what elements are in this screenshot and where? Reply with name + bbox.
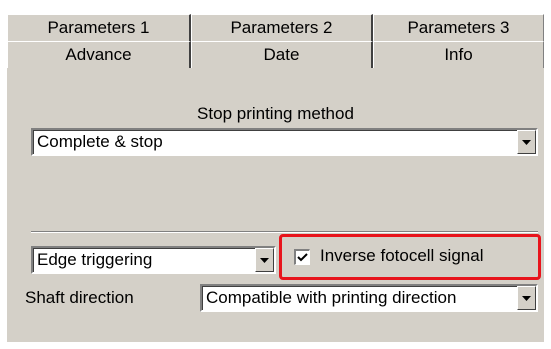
trigger-mode-select[interactable]: Edge triggering — [31, 246, 276, 274]
checkmark-icon — [297, 253, 308, 262]
tab-date[interactable]: Date — [191, 41, 373, 68]
divider — [31, 231, 538, 233]
stop-printing-method-value: Complete & stop — [37, 132, 163, 151]
inverse-signal-label[interactable]: Inverse fotocell signal — [320, 246, 483, 266]
shaft-direction-select[interactable]: Compatible with printing direction — [200, 284, 538, 312]
chevron-down-icon[interactable] — [255, 248, 274, 272]
inverse-signal-checkbox[interactable] — [294, 249, 310, 265]
shaft-direction-value: Compatible with printing direction — [206, 288, 457, 307]
tab-parameters-3[interactable]: Parameters 3 — [373, 14, 544, 41]
tab-parameters-1[interactable]: Parameters 1 — [7, 14, 191, 41]
tab-content-advance: Stop printing method Complete & stop Edg… — [7, 68, 544, 342]
tab-parameters-2[interactable]: Parameters 2 — [191, 14, 373, 41]
chevron-down-icon[interactable] — [517, 286, 536, 310]
tab-advance[interactable]: Advance — [7, 41, 191, 68]
tab-row-back: Parameters 1 Parameters 2 Parameters 3 — [7, 14, 544, 41]
tab-row-front: Advance Date Info — [7, 41, 544, 68]
trigger-mode-value: Edge triggering — [37, 250, 153, 269]
stop-printing-method-select[interactable]: Complete & stop — [31, 128, 538, 156]
inverse-signal-highlight: Inverse fotocell signal — [279, 234, 541, 280]
tab-info[interactable]: Info — [373, 41, 544, 68]
shaft-direction-label: Shaft direction — [25, 288, 134, 307]
stop-printing-method-label: Stop printing method — [197, 104, 354, 123]
chevron-down-icon[interactable] — [517, 130, 536, 154]
settings-panel: Parameters 1 Parameters 2 Parameters 3 A… — [7, 14, 544, 342]
